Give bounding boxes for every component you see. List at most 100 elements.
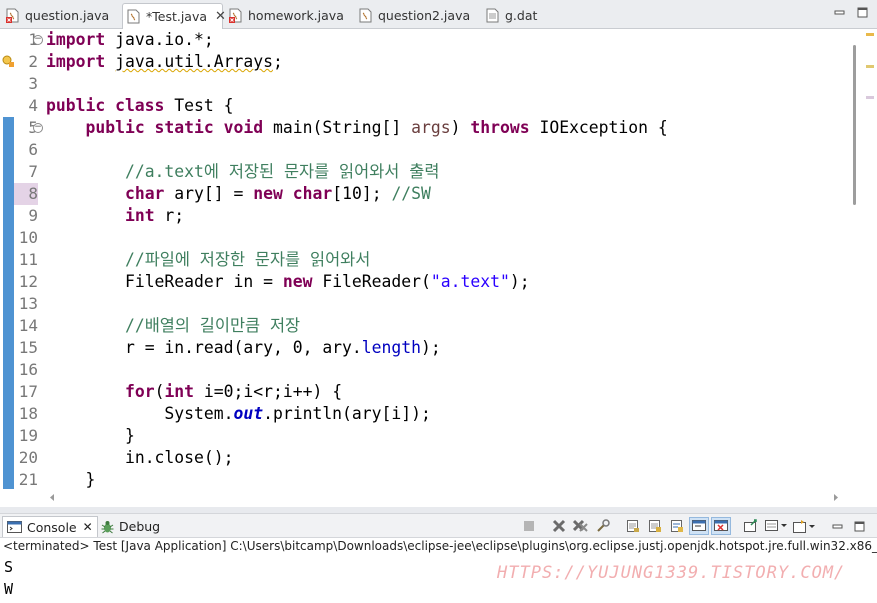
code-line: //a.text에 저장된 문자를 읽어와서 출력 (46, 161, 847, 183)
editor-tab-bar: question.java *Test.java ✕ homework.java… (0, 0, 877, 29)
code-token: } (85, 470, 96, 489)
line-number: 12 (18, 272, 38, 291)
line-number: 3 (28, 74, 38, 93)
code-token: ) (450, 118, 471, 137)
code-editor[interactable]: 1 2 3 4 5 6 7 8 9 10 11 12 13 14 15 16 1… (0, 29, 877, 492)
vertical-scrollbar-thumb[interactable] (853, 45, 856, 205)
tools-icon[interactable] (593, 517, 613, 535)
fold-toggle-icon[interactable]: − (33, 123, 43, 133)
line-number: 15 (18, 338, 38, 357)
open-console-icon[interactable] (791, 517, 817, 535)
scroll-right-icon[interactable] (832, 493, 840, 502)
terminate-icon[interactable] (519, 517, 539, 535)
keyword: char (292, 184, 333, 203)
scroll-lock-icon[interactable] (645, 517, 665, 535)
tab-label: Console (27, 519, 77, 535)
keyword: int (124, 206, 155, 225)
line-number: 19 (18, 426, 38, 445)
code-token: [10]; (332, 184, 392, 203)
code-token: ; (272, 52, 283, 71)
clear-console-icon[interactable] (623, 517, 643, 535)
code-line: public class Test { (46, 95, 847, 117)
horizontal-scrollbar[interactable] (0, 489, 877, 507)
tab-homework-java[interactable]: homework.java (225, 3, 353, 28)
minimize-icon[interactable] (833, 6, 846, 19)
code-token: IOException { (529, 118, 668, 137)
java-file-error-icon (229, 8, 242, 23)
line-number: 4 (28, 96, 38, 115)
tab-question2-java[interactable]: question2.java (355, 3, 480, 28)
console-icon (7, 520, 22, 533)
code-line: r = in.read(ary, 0, ary.length); (46, 337, 847, 359)
code-token: ); (509, 272, 530, 291)
console-status-line: <terminated> Test [Java Application] C:\… (3, 539, 877, 553)
code-token: .println(ary[i]); (263, 404, 431, 423)
comment: //배열의 길이만큼 저장 (124, 316, 301, 335)
line-number: 7 (28, 162, 38, 181)
keyword: new (253, 184, 283, 203)
fold-toggle-icon[interactable]: − (33, 35, 43, 45)
line-number: 11 (18, 250, 38, 269)
code-token: r = in.read(ary, 0, ary. (124, 338, 362, 357)
keyword: int (164, 382, 195, 401)
code-line-current: char ary[] = new char[10]; //SW (46, 183, 847, 205)
java-file-icon (127, 9, 140, 24)
tab-g-dat[interactable]: g.dat (482, 3, 572, 28)
line-number: 14 (18, 316, 38, 335)
warning-marker[interactable] (866, 33, 874, 36)
remove-launch-icon[interactable] (549, 517, 569, 535)
code-token: ); (421, 338, 441, 357)
display-selected-console-icon[interactable] (763, 517, 789, 535)
code-line: System.out.println(ary[i]); (46, 403, 847, 425)
tab-test-java[interactable]: *Test.java ✕ (122, 3, 226, 29)
code-line: } (46, 469, 847, 491)
close-tab-icon[interactable]: ✕ (83, 520, 93, 534)
field: length (361, 338, 422, 357)
keyword: throws (470, 118, 530, 137)
code-token: main(String[] (263, 118, 412, 137)
java-file-error-icon (6, 8, 19, 23)
minimize-icon[interactable] (827, 517, 847, 535)
tab-debug[interactable]: Debug (100, 516, 160, 537)
unused-import-warning[interactable]: java.util.Arrays (115, 52, 273, 71)
line-number: 13 (18, 294, 38, 313)
warning-icon[interactable] (2, 55, 14, 67)
code-token: FileReader in = (124, 272, 283, 291)
comment: //SW (391, 184, 431, 203)
tab-question-java[interactable]: question.java (2, 3, 120, 28)
warning-marker[interactable] (866, 65, 874, 68)
tab-label: question.java (25, 8, 110, 23)
code-line: for(int i=0;i<r;i++) { (46, 381, 847, 403)
overview-ruler[interactable] (863, 29, 877, 492)
scroll-left-icon[interactable] (48, 493, 56, 502)
console-output-line: S (4, 558, 14, 576)
code-line: int r; (46, 205, 847, 227)
comment: //a.text에 저장된 문자를 읽어와서 출력 (124, 162, 440, 181)
code-line: in.close(); (46, 447, 847, 469)
pin-console-icon[interactable] (741, 517, 761, 535)
maximize-icon[interactable] (856, 6, 869, 19)
word-wrap-icon[interactable] (667, 517, 687, 535)
tab-console[interactable]: Console ✕ (2, 516, 98, 537)
remove-all-terminated-icon[interactable] (571, 517, 591, 535)
keyword: public static void (85, 118, 264, 137)
code-token: in.close(); (124, 448, 234, 467)
keyword: import (46, 52, 106, 71)
current-line-marker[interactable] (866, 96, 874, 99)
show-console-on-output-icon[interactable] (689, 517, 709, 535)
show-console-on-error-icon[interactable] (711, 517, 731, 535)
maximize-icon[interactable] (849, 517, 869, 535)
console-output[interactable]: S W (4, 556, 13, 600)
